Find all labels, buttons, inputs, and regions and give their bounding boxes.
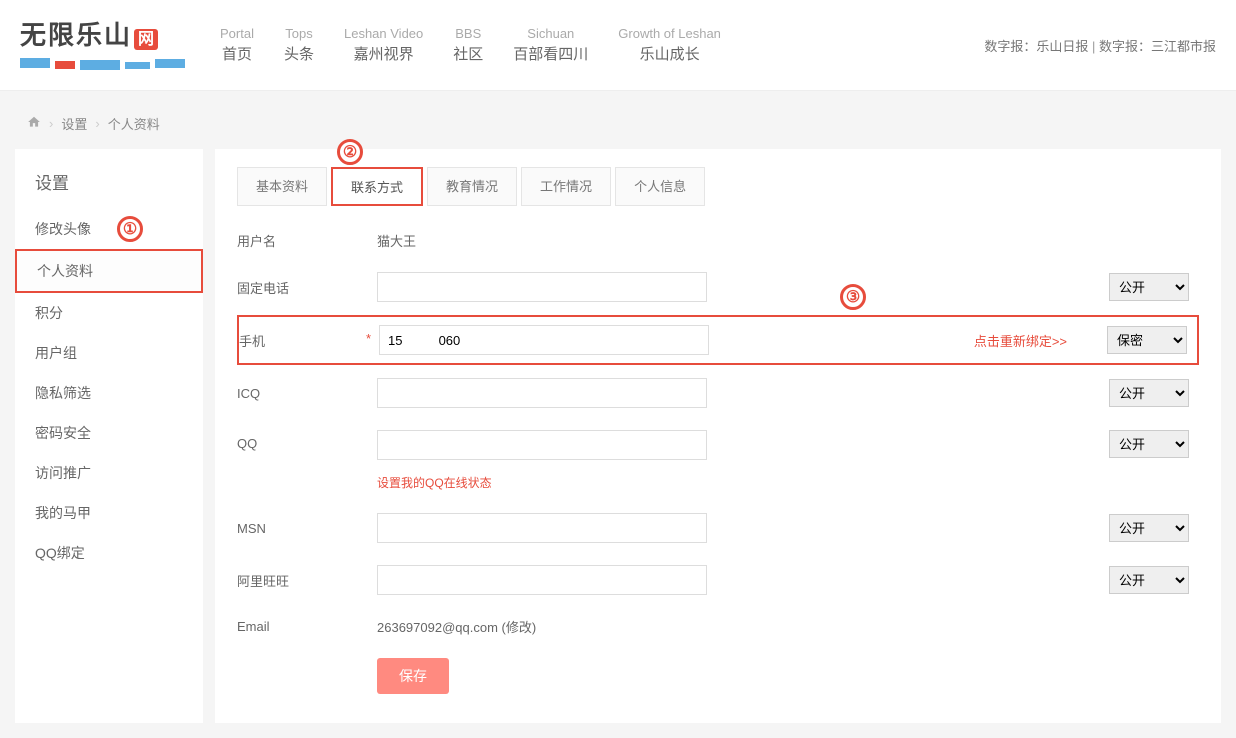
logo-text: 无限乐山 [20,20,132,50]
privacy-mobile-phone[interactable]: 保密 [1107,326,1187,354]
value-username: 猫大王 [377,231,416,250]
row-fixed-phone: 固定电话 公开 [237,261,1199,313]
main-nav: Portal 首页 Tops 头条 Leshan Video 嘉州视界 BBS … [220,26,721,64]
tab-basic[interactable]: 基本资料 [237,167,327,206]
digital-paper-link-1[interactable]: 数字报：乐山日报 [984,39,1088,54]
sidebar-title: 设置 [15,164,203,209]
label-msn: MSN [237,521,377,536]
privacy-icq[interactable]: 公开 [1109,379,1189,407]
header: 无限乐山网 Portal 首页 Tops 头条 Leshan Video 嘉州视… [0,0,1236,91]
breadcrumb: › 设置 › 个人资料 [15,106,1221,141]
value-email[interactable]: 263697092@qq.com (修改) [377,617,536,636]
qq-hint-link[interactable]: 设置我的QQ在线状态 [377,474,492,491]
row-msn: MSN 公开 [237,502,1199,554]
label-email: Email [237,619,377,634]
container: › 设置 › 个人资料 设置 修改头像 个人资料 积分 用户组 隐私筛选 密码安… [0,91,1236,738]
nav-item-sichuan[interactable]: Sichuan 百部看四川 [513,26,588,64]
tab-education[interactable]: 教育情况 [427,167,517,206]
sidebar-item-usergroup[interactable]: 用户组 [15,333,203,373]
tab-contact[interactable]: 联系方式 [331,167,423,206]
sidebar-item-privacy[interactable]: 隐私筛选 [15,373,203,413]
sidebar-item-avatar[interactable]: 修改头像 [15,209,203,249]
save-button[interactable]: 保存 [377,658,449,694]
tab-work[interactable]: 工作情况 [521,167,611,206]
annotation-1: ① [117,216,143,242]
label-fixed-phone: 固定电话 [237,278,377,297]
input-icq[interactable] [377,378,707,408]
row-username: 用户名 猫大王 [237,220,1199,261]
row-save: 保存 [237,647,1199,705]
breadcrumb-profile[interactable]: 个人资料 [108,114,160,133]
privacy-qq[interactable]: 公开 [1109,430,1189,458]
sidebar-item-qq-bind[interactable]: QQ绑定 [15,533,203,573]
privacy-aliww[interactable]: 公开 [1109,566,1189,594]
sidebar-item-points[interactable]: 积分 [15,293,203,333]
nav-item-bbs[interactable]: BBS 社区 [453,26,483,64]
logo-decoration [20,56,190,72]
sidebar: 设置 修改头像 个人资料 积分 用户组 隐私筛选 密码安全 访问推广 我的马甲 … [15,149,203,723]
row-icq: ICQ 公开 [237,367,1199,419]
annotation-2: ② [337,139,363,165]
label-mobile-phone: 手机 * [239,331,379,350]
row-qq: QQ 设置我的QQ在线状态 公开 [237,419,1199,502]
sidebar-item-profile[interactable]: 个人资料 [15,249,203,293]
nav-item-video[interactable]: Leshan Video 嘉州视界 [344,26,423,64]
home-icon[interactable] [27,115,41,132]
nav-item-portal[interactable]: Portal 首页 [220,26,254,64]
row-email: Email 263697092@qq.com (修改) [237,606,1199,647]
label-aliww: 阿里旺旺 [237,571,377,590]
input-aliww[interactable] [377,565,707,595]
tabs: 基本资料 联系方式 教育情况 工作情况 个人信息 [237,167,1199,206]
row-mobile-phone: 手机 * 点击重新绑定>> 保密 [237,315,1199,365]
label-qq: QQ [237,430,377,451]
rebind-link[interactable]: 点击重新绑定>> [974,331,1067,350]
input-mobile-phone[interactable] [379,325,709,355]
privacy-msn[interactable]: 公开 [1109,514,1189,542]
input-fixed-phone[interactable] [377,272,707,302]
annotation-3: ③ [840,284,866,310]
nav-item-tops[interactable]: Tops 头条 [284,26,314,64]
input-msn[interactable] [377,513,707,543]
row-aliww: 阿里旺旺 公开 [237,554,1199,606]
input-qq[interactable] [377,430,707,460]
sidebar-item-alt[interactable]: 我的马甲 [15,493,203,533]
main-content: 基本资料 联系方式 教育情况 工作情况 个人信息 用户名 猫大王 固定电话 公开 [215,149,1221,723]
breadcrumb-settings[interactable]: 设置 [61,114,87,133]
privacy-fixed-phone[interactable]: 公开 [1109,273,1189,301]
logo[interactable]: 无限乐山网 [20,15,190,75]
logo-badge: 网 [134,29,158,50]
label-icq: ICQ [237,386,377,401]
tab-personal[interactable]: 个人信息 [615,167,705,206]
sidebar-item-password[interactable]: 密码安全 [15,413,203,453]
label-username: 用户名 [237,231,377,250]
header-right-links: 数字报：乐山日报 | 数字报：三江都市报 [984,36,1216,55]
digital-paper-link-2[interactable]: 数字报：三江都市报 [1099,39,1216,54]
nav-item-growth[interactable]: Growth of Leshan 乐山成长 [618,26,721,64]
sidebar-item-promotion[interactable]: 访问推广 [15,453,203,493]
